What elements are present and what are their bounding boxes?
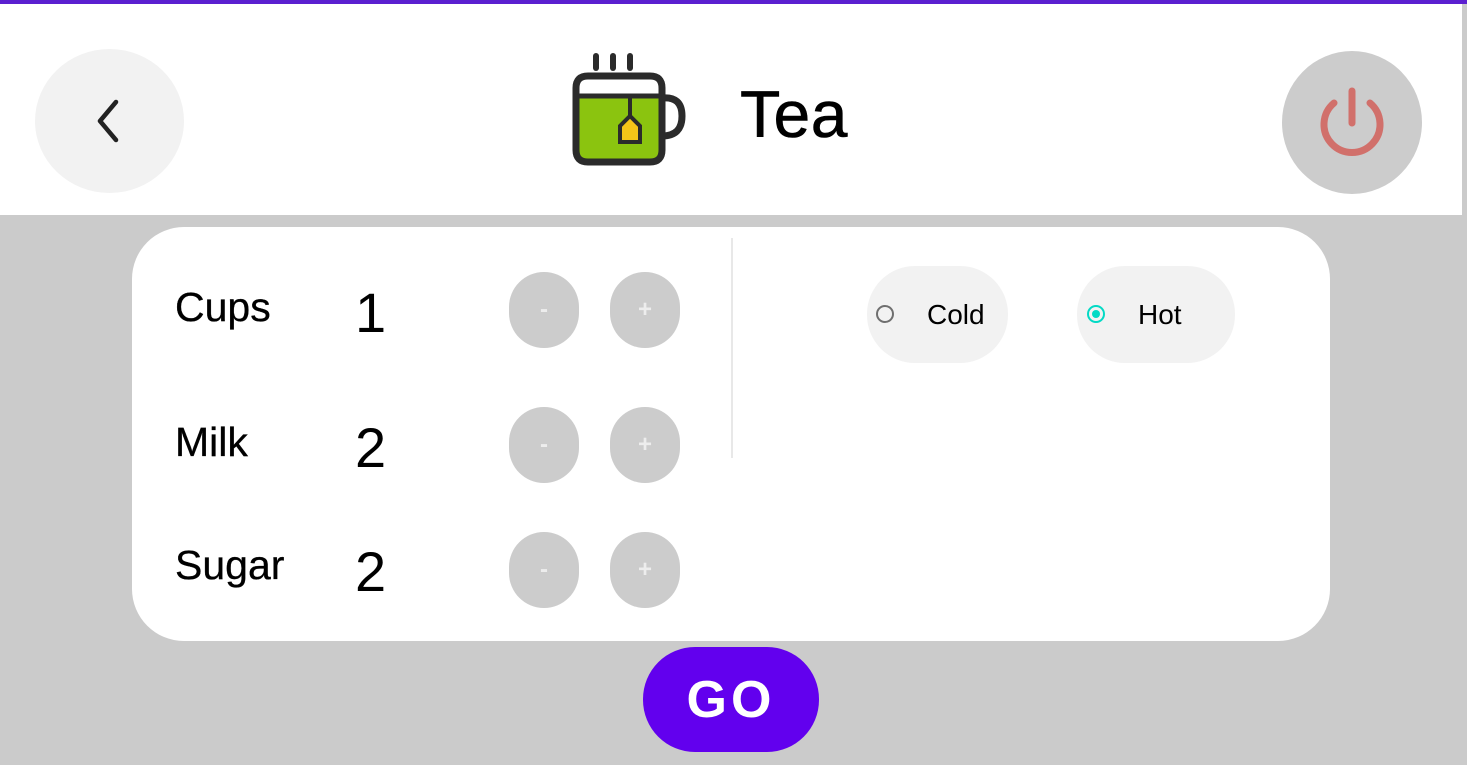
page-title: Tea [740, 77, 848, 151]
sugar-decrement-button[interactable]: - [509, 532, 579, 608]
radio-selected-icon [1087, 305, 1105, 323]
radio-option-cold[interactable]: Cold [867, 266, 1008, 363]
milk-decrement-button[interactable]: - [509, 407, 579, 483]
power-icon [1320, 87, 1384, 156]
sugar-value: 2 [355, 540, 387, 603]
sugar-label: Sugar [175, 542, 285, 588]
radio-label-cold: Cold [927, 299, 985, 330]
card-divider [731, 238, 733, 458]
radio-label-hot: Hot [1138, 299, 1182, 330]
cups-increment-button[interactable]: + [610, 272, 680, 348]
sugar-increment-button[interactable]: + [610, 532, 680, 608]
go-button[interactable]: GO [643, 647, 819, 752]
milk-value: 2 [355, 416, 387, 479]
cups-value: 1 [355, 281, 387, 344]
milk-label: Milk [175, 419, 248, 465]
cups-decrement-button[interactable]: - [509, 272, 579, 348]
window-edge [1462, 4, 1467, 215]
radio-unselected-icon [876, 305, 894, 323]
radio-option-hot[interactable]: Hot [1077, 266, 1235, 363]
cups-label: Cups [175, 284, 271, 330]
chevron-left-icon [97, 99, 118, 143]
app-header [0, 4, 1462, 215]
tea-cup-icon [568, 50, 692, 170]
back-button[interactable] [35, 49, 184, 193]
milk-increment-button[interactable]: + [610, 407, 680, 483]
power-button[interactable] [1282, 51, 1422, 194]
